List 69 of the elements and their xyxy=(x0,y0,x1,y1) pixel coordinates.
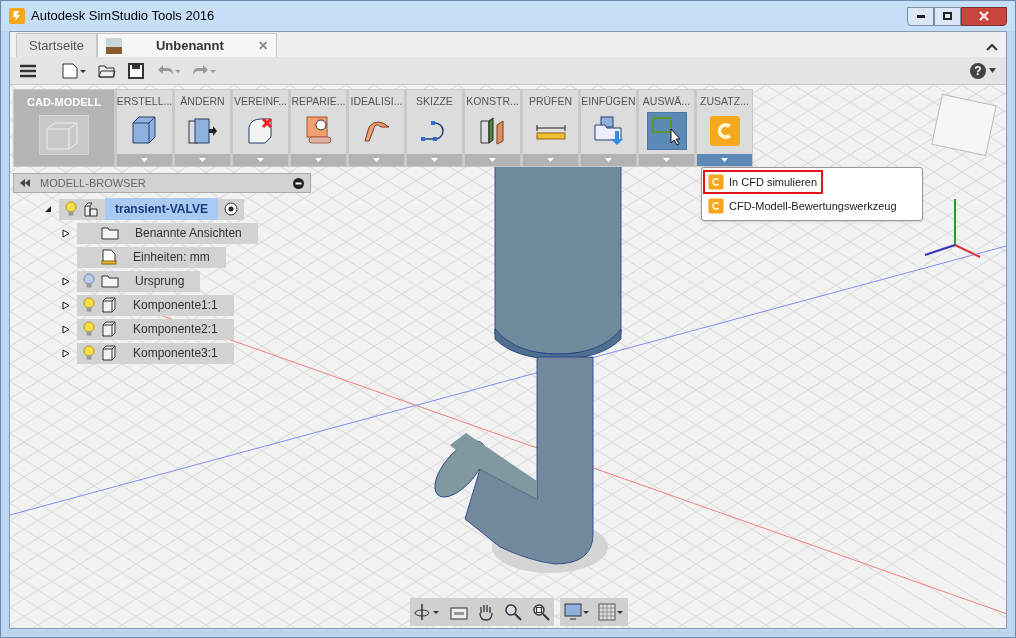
tree-item[interactable]: transient-VALVE xyxy=(105,198,218,220)
zoom-fit-icon[interactable] xyxy=(532,603,550,621)
caret-icon xyxy=(663,158,670,162)
ribbon-group[interactable]: IDEALISI... xyxy=(349,90,404,166)
expand-triangle-icon[interactable] xyxy=(62,348,70,358)
close-icon xyxy=(979,11,989,21)
close-button[interactable] xyxy=(961,6,1007,26)
ribbon-group[interactable]: ÄNDERN xyxy=(175,90,230,166)
caret-icon xyxy=(721,158,728,162)
ribbon-group[interactable]: REPARIE... xyxy=(291,90,346,166)
expand-triangle-icon[interactable] xyxy=(62,300,70,310)
expand-triangle-icon[interactable] xyxy=(62,276,70,286)
c-logo-icon xyxy=(708,174,724,190)
ribbon-group[interactable]: KONSTR... xyxy=(465,90,520,166)
ribbon-group[interactable]: VEREINF... xyxy=(233,90,288,166)
document-tab[interactable]: Startseite xyxy=(16,33,97,57)
c-logo-icon xyxy=(708,198,724,214)
menu-item[interactable]: CFD-Modell-Bewertungswerkzeug xyxy=(703,194,921,218)
collapse-triangle-icon[interactable] xyxy=(44,205,52,213)
camera-frame-icon[interactable] xyxy=(450,604,468,620)
orbit-icon[interactable] xyxy=(414,603,440,621)
cube-icon xyxy=(101,321,117,337)
monitor-icon[interactable] xyxy=(564,603,590,621)
cube-icon xyxy=(101,345,117,361)
window-title: Autodesk SimStudio Tools 2016 xyxy=(31,7,215,26)
open-folder-icon[interactable] xyxy=(98,63,116,78)
caret-icon xyxy=(257,158,264,162)
collapse-caret-icon[interactable] xyxy=(986,43,998,51)
folder-icon xyxy=(101,274,119,288)
browser-title: MODELL-BROWSER xyxy=(40,175,146,191)
ribbon-group[interactable]: PRÜFEN xyxy=(523,90,578,166)
tab-close-button[interactable]: × xyxy=(258,33,268,58)
menu-icon[interactable] xyxy=(20,63,36,78)
expand-triangle-icon[interactable] xyxy=(62,324,70,334)
menu-item[interactable]: In CFD simulieren xyxy=(703,170,823,194)
new-file-icon[interactable] xyxy=(62,62,86,79)
zoom-icon[interactable] xyxy=(504,603,522,621)
caret-icon xyxy=(489,158,496,162)
document-tab[interactable]: Unbenannt × xyxy=(96,33,277,57)
document-thumbnail-icon xyxy=(105,37,122,54)
caret-icon xyxy=(605,158,612,162)
minimize-button[interactable] xyxy=(907,6,934,26)
dropdown-arrow-bar[interactable] xyxy=(697,154,752,166)
minus-circle-icon[interactable] xyxy=(293,177,304,189)
save-icon[interactable] xyxy=(128,62,144,79)
app-logo-icon xyxy=(9,8,25,24)
caret-icon xyxy=(431,158,438,162)
expand-triangle-icon[interactable] xyxy=(62,228,70,238)
grid-icon[interactable] xyxy=(598,603,624,621)
component-icon xyxy=(83,201,99,217)
hand-pan-icon[interactable] xyxy=(478,603,494,621)
caret-icon xyxy=(373,158,380,162)
radio-target-icon[interactable] xyxy=(223,202,238,216)
folder-icon xyxy=(101,226,119,240)
ribbon-group[interactable]: ERSTELL... xyxy=(117,90,172,166)
maximize-button[interactable] xyxy=(934,6,961,26)
caret-icon xyxy=(141,158,148,162)
document-ruler-icon xyxy=(101,249,117,265)
caret-icon xyxy=(315,158,322,162)
cube-icon xyxy=(101,297,117,313)
caret-icon xyxy=(547,158,554,162)
ribbon-group[interactable]: ZUSATZ... xyxy=(697,90,752,166)
ribbon-group[interactable]: EINFÜGEN xyxy=(581,90,636,166)
ribbon-group[interactable]: AUSWÄ... xyxy=(639,90,694,166)
caret-icon xyxy=(199,158,206,162)
collapse-panel-icon[interactable] xyxy=(20,179,30,187)
cube-icon xyxy=(39,114,89,155)
ribbon-group[interactable]: SKIZZE xyxy=(407,90,462,166)
caret-icon xyxy=(989,68,996,73)
